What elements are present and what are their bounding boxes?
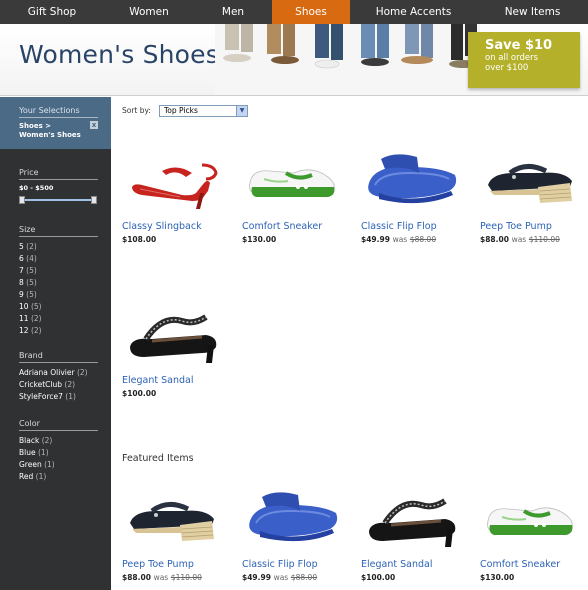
color-option-blue[interactable]: Blue (1) — [19, 447, 98, 459]
size-option-6[interactable]: 6 (4) — [19, 253, 98, 265]
featured-product-card: Comfort Sneaker $130.00 — [480, 481, 588, 582]
sidebar: Your Selections Shoes > Women's Shoes x … — [0, 97, 111, 590]
sort-select[interactable]: Top Picks ▼ — [159, 105, 248, 117]
price-slider[interactable] — [19, 196, 97, 204]
top-nav: Gift Shop Women Men Shoes Home Accents N… — [0, 0, 588, 24]
color-option-black[interactable]: Black (2) — [19, 435, 98, 447]
color-filter: Color Black (2) Blue (1) Green (1) Red (… — [19, 419, 98, 483]
product-name[interactable]: Classy Slingback — [122, 221, 232, 232]
green-sneaker-icon[interactable] — [480, 481, 580, 553]
featured-product-card: Elegant Sandal $100.00 — [361, 481, 471, 582]
promo-line-1: on all orders — [485, 53, 539, 63]
price-slider-min-handle[interactable] — [19, 196, 25, 204]
featured-items-heading: Featured Items — [122, 453, 194, 464]
price-heading: Price — [19, 168, 98, 180]
sort-label: Sort by: — [122, 106, 151, 115]
nav-item-shoes[interactable]: Shoes — [272, 0, 350, 24]
product-price: $108.00 — [122, 235, 157, 244]
nav-item-men[interactable]: Men — [194, 0, 272, 24]
blue-flipflop-icon[interactable] — [361, 143, 461, 215]
black-sandal-icon[interactable] — [361, 481, 461, 553]
product-name[interactable]: Elegant Sandal — [361, 559, 471, 570]
product-price: $88.00 was $110.00 — [122, 573, 202, 582]
product-name[interactable]: Classic Flip Flop — [361, 221, 471, 232]
size-option-11[interactable]: 11 (2) — [19, 313, 98, 325]
promo-badge[interactable]: Save $10 on all orders over $100 — [468, 32, 580, 88]
product-name[interactable]: Classic Flip Flop — [242, 559, 352, 570]
product-price: $49.99 was $88.00 — [361, 235, 437, 244]
product-card: Comfort Sneaker $130.00 — [242, 143, 352, 244]
size-option-12[interactable]: 12 (2) — [19, 325, 98, 337]
selection-value: Shoes > Women's Shoes — [19, 122, 81, 139]
dropdown-arrow-icon[interactable]: ▼ — [236, 106, 247, 116]
product-card: Peep Toe Pump $88.00 was $110.00 — [480, 143, 588, 244]
size-filter: Size 5 (2) 6 (4) 7 (5) 8 (5) 9 (5) 10 (5… — [19, 225, 98, 337]
color-heading: Color — [19, 419, 98, 431]
size-option-5[interactable]: 5 (2) — [19, 241, 98, 253]
product-name[interactable]: Peep Toe Pump — [122, 559, 232, 570]
product-name[interactable]: Elegant Sandal — [122, 375, 232, 386]
nav-item-gift-shop[interactable]: Gift Shop — [0, 0, 104, 24]
size-option-10[interactable]: 10 (5) — [19, 301, 98, 313]
price-slider-max-handle[interactable] — [91, 196, 97, 204]
page-title: Women's Shoes — [19, 40, 219, 69]
size-heading: Size — [19, 225, 98, 237]
product-price: $88.00 was $110.00 — [480, 235, 560, 244]
price-range: $0 - $500 — [19, 184, 54, 192]
product-price: $100.00 — [361, 573, 396, 582]
size-option-7[interactable]: 7 (5) — [19, 265, 98, 277]
color-option-red[interactable]: Red (1) — [19, 471, 98, 483]
product-card: Elegant Sandal $100.00 — [122, 297, 232, 398]
your-selections-heading: Your Selections — [19, 106, 98, 118]
brand-option-styleforce7[interactable]: StyleForce7 (1) — [19, 391, 98, 403]
green-sneaker-icon[interactable] — [242, 143, 342, 215]
product-price: $100.00 — [122, 389, 157, 398]
remove-selection-icon[interactable]: x — [90, 121, 98, 129]
product-name[interactable]: Comfort Sneaker — [480, 559, 588, 570]
black-wedge-icon[interactable] — [122, 481, 222, 553]
blue-flipflop-icon[interactable] — [242, 481, 342, 553]
brand-heading: Brand — [19, 351, 98, 363]
size-list: 5 (2) 6 (4) 7 (5) 8 (5) 9 (5) 10 (5) 11 … — [19, 241, 98, 337]
product-card: Classy Slingback $108.00 — [122, 143, 232, 244]
price-filter: Price $0 - $500 — [19, 168, 98, 204]
price-slider-track — [21, 199, 95, 201]
header-banner: Women's Shoes Save $10 on all orders ove… — [0, 24, 588, 96]
red-slingback-icon[interactable] — [122, 143, 222, 215]
black-wedge-icon[interactable] — [480, 143, 580, 215]
size-option-8[interactable]: 8 (5) — [19, 277, 98, 289]
color-option-green[interactable]: Green (1) — [19, 459, 98, 471]
brand-filter: Brand Adriana Olivier (2) CricketClub (2… — [19, 351, 98, 403]
product-name[interactable]: Peep Toe Pump — [480, 221, 588, 232]
brand-option-adriana-olivier[interactable]: Adriana Olivier (2) — [19, 367, 98, 379]
product-price: $130.00 — [480, 573, 515, 582]
size-option-9[interactable]: 9 (5) — [19, 289, 98, 301]
nav-item-new-items[interactable]: New Items — [477, 0, 588, 24]
black-sandal-icon[interactable] — [122, 297, 222, 369]
sort-selected-value: Top Picks — [164, 106, 198, 115]
color-list: Black (2) Blue (1) Green (1) Red (1) — [19, 435, 98, 483]
product-price: $130.00 — [242, 235, 277, 244]
main-content: Sort by: Top Picks ▼ Classy Slingback $1… — [111, 97, 588, 590]
brand-list: Adriana Olivier (2) CricketClub (2) Styl… — [19, 367, 98, 403]
product-price: $49.99 was $88.00 — [242, 573, 318, 582]
nav-item-women[interactable]: Women — [104, 0, 194, 24]
product-name[interactable]: Comfort Sneaker — [242, 221, 352, 232]
legs-banner-image — [215, 24, 480, 95]
product-card: Classic Flip Flop $49.99 was $88.00 — [361, 143, 471, 244]
promo-headline: Save $10 — [485, 38, 553, 53]
nav-item-home-accents[interactable]: Home Accents — [350, 0, 477, 24]
featured-product-card: Peep Toe Pump $88.00 was $110.00 — [122, 481, 232, 582]
brand-option-cricketclub[interactable]: CricketClub (2) — [19, 379, 98, 391]
featured-product-card: Classic Flip Flop $49.99 was $88.00 — [242, 481, 352, 582]
promo-line-2: over $100 — [485, 63, 529, 73]
